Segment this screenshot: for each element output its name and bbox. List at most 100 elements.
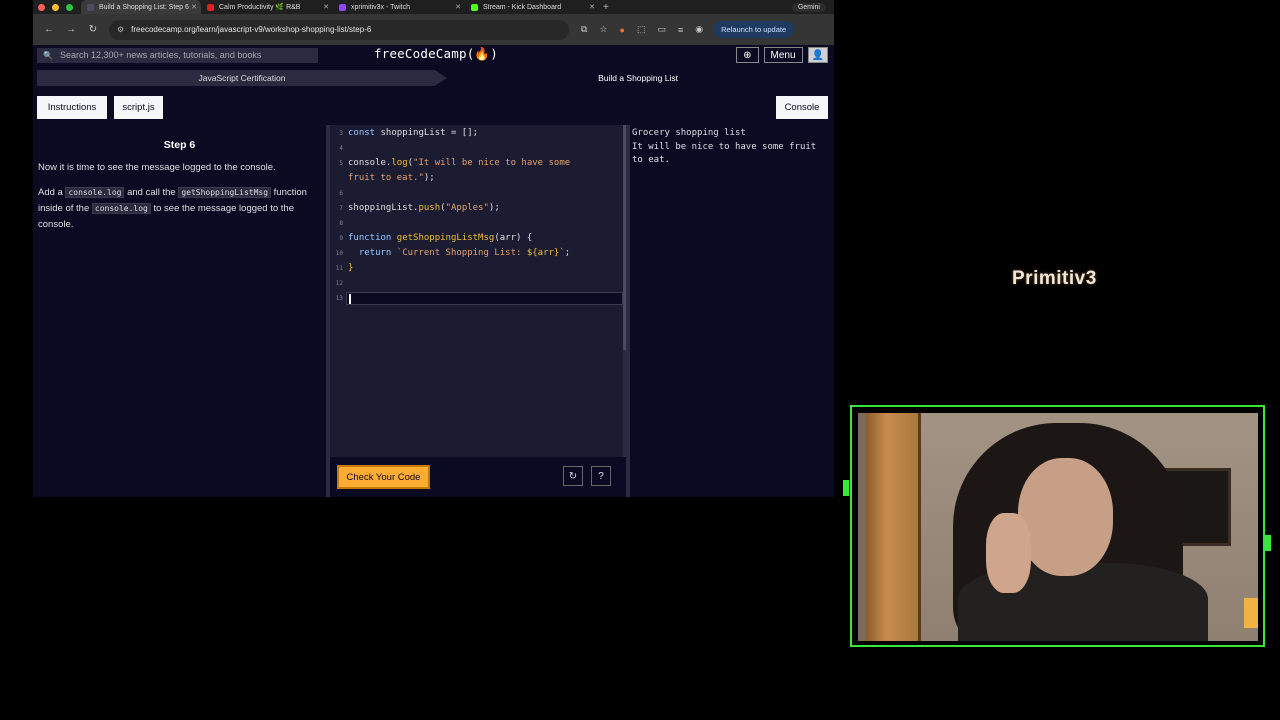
- code-editor[interactable]: 3 const shoppingList = []; 4 5 console.log("…: [330, 125, 626, 457]
- language-globe-icon[interactable]: ⊕: [736, 47, 759, 63]
- menu-button[interactable]: Menu: [763, 47, 803, 63]
- webcam-frame-accent: [1265, 535, 1271, 551]
- tab-label: Stream - Kick Dashboard: [483, 3, 562, 11]
- search-icon: 🔍: [43, 50, 53, 60]
- code-token: const: [348, 128, 381, 138]
- text-cursor: [349, 294, 351, 304]
- line-number: 3: [339, 130, 343, 137]
- gemini-button[interactable]: Gemini: [791, 2, 826, 12]
- editor-actions: Check Your Code ↻ ?: [330, 457, 626, 497]
- code-token: "Apples": [445, 203, 489, 213]
- code-token: `Current Shopping List:: [396, 248, 527, 258]
- code-token: );: [423, 173, 435, 183]
- close-window-button[interactable]: [38, 3, 45, 11]
- webcam-feed: [858, 413, 1258, 641]
- browser-toolbar: ← → ↻ ⚙ freecodecamp.org/learn/javascrip…: [33, 14, 834, 45]
- console-line: Grocery shopping list: [632, 128, 746, 138]
- inline-code: getShoppingListMsg: [178, 187, 272, 198]
- instruction-text: Add a: [38, 187, 63, 198]
- new-tab-button[interactable]: +: [603, 2, 609, 13]
- step-title: Step 6: [163, 139, 196, 151]
- active-line-highlight: [346, 292, 623, 305]
- instruction-paragraph-2: Add a console.log and call the getShoppi…: [38, 185, 321, 233]
- media-icon[interactable]: ≡: [678, 25, 683, 35]
- close-tab-icon[interactable]: ✕: [455, 3, 461, 11]
- instructions-tab[interactable]: Instructions: [37, 96, 107, 119]
- stream-channel-name: Primitiv3: [1012, 268, 1097, 289]
- browser-tab[interactable]: Build a Shopping List: Step 6 ✕: [81, 0, 201, 14]
- line-number: 8: [339, 220, 343, 227]
- breadcrumb-certification[interactable]: JavaScript Certification: [37, 70, 447, 86]
- console-line: It will be nice to have some fruit: [632, 141, 817, 152]
- forward-arrow-icon[interactable]: →: [65, 24, 77, 35]
- profile-icon[interactable]: ◉: [695, 24, 703, 35]
- code-token: fruit to eat.": [348, 173, 424, 183]
- tab-favicon-icon: [207, 3, 214, 11]
- tab-label: Calm Productivity 🌿 R&B: [219, 4, 301, 11]
- webcam-frame-accent: [843, 480, 849, 496]
- minimize-window-button[interactable]: [52, 3, 59, 11]
- code-token: console.: [348, 158, 392, 168]
- close-tab-icon[interactable]: ✕: [589, 3, 595, 11]
- breadcrumb-workshop[interactable]: Build a Shopping List: [447, 70, 829, 86]
- instructions-pane: Step 6 Now it is time to see the message…: [33, 125, 326, 497]
- search-input[interactable]: 🔍 Search 12,300+ news articles, tutorial…: [37, 47, 318, 63]
- fcc-logo[interactable]: freeCodeCamp(🔥): [374, 46, 498, 62]
- avatar[interactable]: 👤: [807, 47, 828, 63]
- code-token: function: [348, 233, 397, 243]
- reset-icon[interactable]: ↻: [563, 466, 583, 486]
- code-token: (arr) {: [494, 233, 533, 243]
- line-number: 9: [339, 235, 343, 242]
- tab-label: Build a Shopping List: Step 6: [99, 3, 189, 11]
- extensions-puzzle-icon[interactable]: ⬚: [637, 24, 646, 35]
- close-tab-icon[interactable]: ✕: [323, 3, 329, 11]
- inline-code: console.log: [91, 203, 151, 214]
- relaunch-button[interactable]: Relaunch to update: [713, 21, 795, 38]
- zoom-window-button[interactable]: [66, 3, 73, 11]
- close-tab-icon[interactable]: ✕: [191, 3, 197, 11]
- check-code-button[interactable]: Check Your Code: [337, 465, 430, 489]
- code-token: );: [488, 203, 500, 213]
- extension-icon[interactable]: ●: [620, 25, 625, 35]
- help-icon[interactable]: ?: [591, 466, 611, 486]
- back-arrow-icon[interactable]: ←: [43, 24, 55, 35]
- webcam-overlay: [850, 405, 1265, 647]
- code-token: ${arr}: [526, 248, 560, 258]
- tab-favicon-icon: [87, 3, 94, 11]
- site-info-icon[interactable]: ⚙: [117, 25, 124, 34]
- tab-strip: Build a Shopping List: Step 6 ✕ Calm Produ…: [33, 0, 834, 14]
- line-number: 12: [335, 280, 343, 287]
- address-bar[interactable]: ⚙ freecodecamp.org/learn/javascript-v9/w…: [109, 19, 569, 40]
- browser-tab[interactable]: xprimitiv3x - Twitch ✕: [333, 0, 465, 14]
- code-token: log: [391, 158, 408, 168]
- line-number: 13: [335, 295, 343, 302]
- console-line: to eat.: [632, 155, 670, 165]
- breadcrumb: JavaScript Certification Build a Shoppin…: [37, 70, 829, 86]
- line-number: 11: [335, 265, 343, 272]
- code-token: }: [348, 263, 354, 273]
- instruction-paragraph: Now it is time to see the message logged…: [38, 162, 276, 173]
- line-number: 5: [339, 160, 343, 167]
- line-number: 6: [339, 190, 343, 197]
- console-tab[interactable]: Console: [776, 96, 828, 119]
- code-token: return: [348, 248, 397, 258]
- tab-favicon-icon: [339, 3, 346, 11]
- script-file-tab[interactable]: script.js: [114, 96, 163, 119]
- url-text: freecodecamp.org/learn/javascript-v9/wor…: [131, 25, 372, 34]
- browser-tab[interactable]: Stream - Kick Dashboard ✕: [465, 0, 599, 14]
- browser-tab[interactable]: Calm Productivity 🌿 R&B ✕: [201, 0, 333, 14]
- line-number: 10: [335, 250, 343, 257]
- code-token: shoppingList.: [348, 203, 419, 213]
- install-icon[interactable]: ⧉: [581, 24, 587, 35]
- line-number: 4: [339, 145, 343, 152]
- bookmark-star-icon[interactable]: ☆: [599, 24, 607, 35]
- line-number: 7: [339, 205, 343, 212]
- browser-window: Build a Shopping List: Step 6 ✕ Calm Produ…: [33, 0, 834, 497]
- tab-favicon-icon: [471, 3, 478, 11]
- inline-code: console.log: [65, 187, 125, 198]
- reload-icon[interactable]: ↻: [87, 24, 99, 35]
- code-token: ;: [564, 248, 571, 258]
- code-token: "It will be nice to have some: [413, 158, 571, 168]
- tab-label: xprimitiv3x - Twitch: [351, 3, 410, 11]
- sidepanel-icon[interactable]: ▭: [657, 24, 666, 35]
